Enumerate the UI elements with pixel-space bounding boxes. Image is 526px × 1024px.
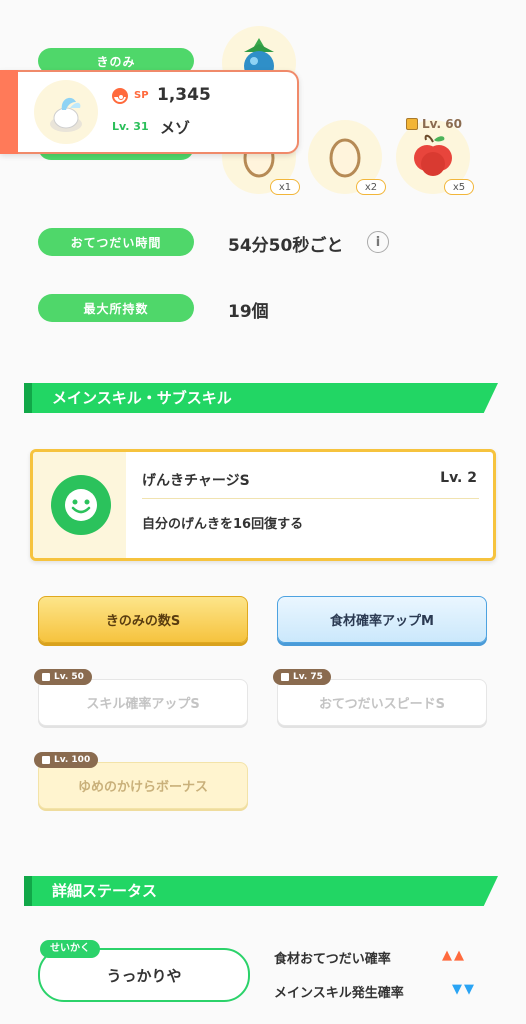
main-sub-skill-header: メインスキル・サブスキル xyxy=(24,383,498,413)
lock-icon xyxy=(42,756,50,764)
lock-icon xyxy=(281,673,289,681)
ingredient-count-2: x2 xyxy=(356,179,386,195)
subskill-1[interactable]: きのみの数S xyxy=(38,596,248,643)
subskill-5[interactable]: ゆめのかけらボーナス xyxy=(38,762,248,809)
max-carry-label: 最大所持数 xyxy=(38,294,194,322)
subskill-label: おてつだいスピードS xyxy=(318,697,446,712)
help-time-label: おてつだい時間 xyxy=(38,228,194,256)
lock-icon xyxy=(42,673,50,681)
ingredient-count-1: x1 xyxy=(270,179,300,195)
max-carry-value: 19個 xyxy=(228,302,269,322)
details-header: 詳細ステータス xyxy=(24,876,498,906)
help-time-value: 54分50秒ごと xyxy=(228,236,344,256)
ingredient-count-3: x5 xyxy=(444,179,474,195)
sp-value: 1,345 xyxy=(157,85,211,105)
skill-icon-panel xyxy=(33,452,126,558)
subskill-label: きのみの数S xyxy=(105,614,181,629)
ingredient-lock-tag: Lv. 60 xyxy=(406,117,462,131)
main-skill-card[interactable]: げんきチャージS Lv. 2 自分のげんきを16回復する xyxy=(30,449,496,561)
stat-2-label: メインスキル発生確率 xyxy=(274,986,404,1001)
popup-accent-bar xyxy=(0,70,18,154)
skill-level: Lv. 2 xyxy=(440,470,477,486)
section-header-accent xyxy=(24,876,32,906)
subskill-5-lock: Lv. 100 xyxy=(34,752,99,768)
subskill-2[interactable]: 食材確率アップM xyxy=(277,596,487,643)
subskill-4[interactable]: おてつだいスピードS xyxy=(277,679,487,726)
subskill-label: スキル確率アップS xyxy=(86,697,200,712)
subskill-4-lock: Lv. 75 xyxy=(273,669,331,685)
stat-1-up-arrows: ▲▲ xyxy=(442,948,466,963)
section-header-accent xyxy=(24,383,32,413)
skill-name: げんきチャージS xyxy=(142,473,250,489)
pokemon-avatar xyxy=(34,80,98,144)
subskill-label: ゆめのかけらボーナス xyxy=(77,780,208,795)
nature-tag: せいかく xyxy=(40,940,100,958)
info-icon[interactable]: i xyxy=(367,231,389,253)
lock-icon xyxy=(406,118,418,130)
skill-divider xyxy=(142,498,479,499)
pokemon-level: Lv. 31 xyxy=(112,120,149,133)
lock-level: Lv. 50 xyxy=(54,672,84,682)
lock-level: Lv. 100 xyxy=(54,755,91,765)
section-title: メインスキル・サブスキル xyxy=(52,389,232,407)
smile-icon xyxy=(51,475,111,535)
ingredient-lock-level: Lv. 60 xyxy=(422,117,462,131)
stat-1-label: 食材おてつだい確率 xyxy=(274,952,391,967)
pokemon-name: メゾ xyxy=(160,119,191,137)
pokemon-popup-card[interactable]: SP 1,345 Lv. 31 メゾ xyxy=(0,70,299,154)
stat-2-down-arrows: ▼▼ xyxy=(452,982,476,997)
skill-description: 自分のげんきを16回復する xyxy=(142,517,304,532)
section-title: 詳細ステータス xyxy=(52,882,158,900)
subskill-3[interactable]: スキル確率アップS xyxy=(38,679,248,726)
pokemon-icon xyxy=(50,97,82,132)
nature-value: うっかりや xyxy=(106,966,182,985)
lock-level: Lv. 75 xyxy=(293,672,323,682)
pokeball-icon xyxy=(112,88,128,104)
subskill-label: 食材確率アップM xyxy=(330,614,434,629)
sp-label: SP xyxy=(134,90,149,101)
subskill-3-lock: Lv. 50 xyxy=(34,669,92,685)
